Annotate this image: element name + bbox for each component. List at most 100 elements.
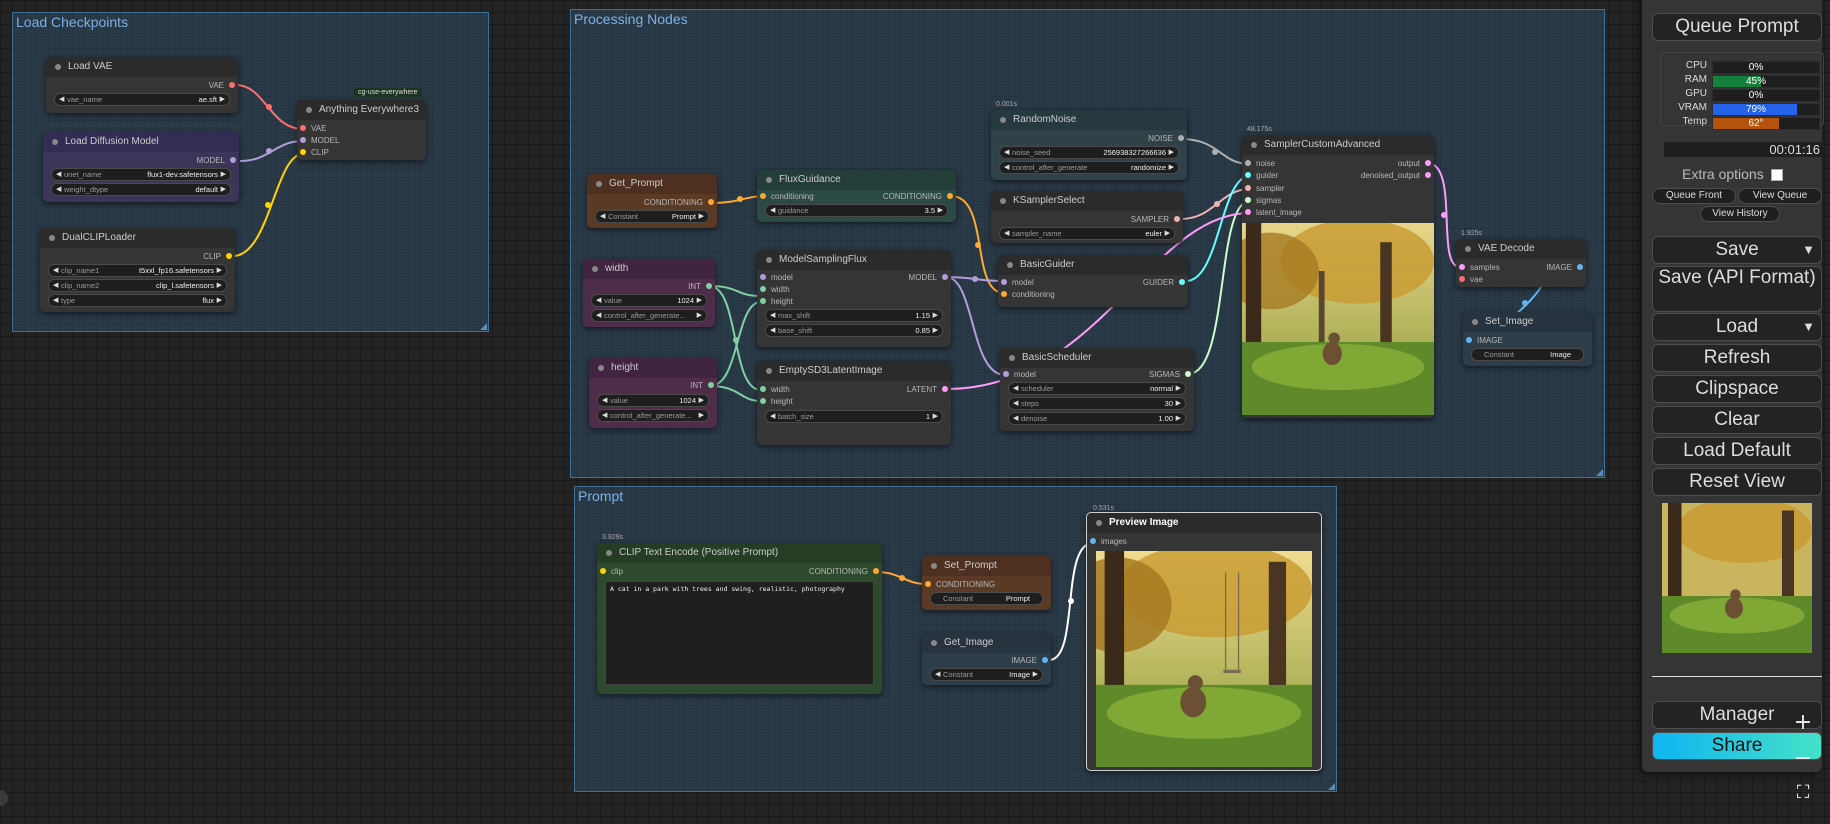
slot-dot[interactable] [708,382,714,388]
output-sampler[interactable]: SAMPLER [1131,214,1180,225]
widget-base-shift[interactable]: ◀ base_shift 0.85 ▶ [765,324,943,337]
decrement-arrow[interactable]: ◀ [770,411,775,422]
output-vae[interactable]: VAE [209,80,235,91]
queue-prompt-button[interactable]: Queue Prompt [1652,13,1822,41]
decrement-arrow[interactable]: ◀ [770,325,775,336]
slot-dot[interactable] [1179,279,1185,285]
zoom-out-button[interactable]: − [1790,746,1816,771]
node-title[interactable]: BasicGuider [998,255,1188,275]
decrement-arrow[interactable]: ◀ [596,295,601,306]
slot-dot[interactable] [1245,172,1251,178]
node-width[interactable]: width INT ◀ value 1024 ▶ ◀ control_after_gen… [583,259,715,327]
widget-max-shift[interactable]: ◀ max_shift 1.15 ▶ [765,309,943,322]
zoom-in-button[interactable]: + [1790,710,1816,735]
slot-dot[interactable] [1459,276,1465,282]
node-basic-guider[interactable]: BasicGuider model conditioning GUIDER [998,255,1188,307]
input-model[interactable]: model [760,272,793,283]
input-sigmas[interactable]: sigmas [1245,195,1281,206]
node-title[interactable]: Get_Prompt [587,174,717,194]
node-model-sampling-flux[interactable]: ModelSamplingFlux model width height MOD… [757,250,951,347]
output-image[interactable]: IMAGE [1011,655,1048,666]
widget-unet-name[interactable]: ◀ unet_name flux1-dev.safetensors ▶ [51,168,231,181]
slot-dot[interactable] [1245,185,1251,191]
slot-dot[interactable] [760,398,766,404]
node-title[interactable]: ModelSamplingFlux [757,250,951,270]
widget-constant[interactable]: ◀ Constant Prompt ▶ [595,210,709,223]
input-image[interactable]: IMAGE [1466,335,1503,346]
widget-vae-name[interactable]: ◀ vae_name ae.sft ▶ [54,93,230,106]
output-image[interactable]: IMAGE [1546,262,1583,273]
input-guider[interactable]: guider [1245,170,1278,181]
node-empty-sd3-latent-image[interactable]: EmptySD3LatentImage width height LATENT … [757,361,951,445]
load-button[interactable]: Load ▼ [1652,313,1822,341]
input-conditioning[interactable]: conditioning [760,191,814,202]
increment-arrow[interactable]: ▶ [1169,147,1174,158]
widget-value[interactable]: ◀ value 1024 ▶ [591,294,707,307]
slot-dot[interactable] [708,199,714,205]
node-title[interactable]: Anything Everywhere3 [297,100,426,120]
node-title[interactable]: DualCLIPLoader [40,228,235,248]
node-title[interactable]: FluxGuidance [757,170,956,190]
slot-dot[interactable] [600,568,606,574]
clipspace-button[interactable]: Clipspace [1652,375,1822,403]
input-conditioning[interactable]: CONDITIONING [925,579,995,590]
node-dual-clip-loader[interactable]: DualCLIPLoader CLIP ◀ clip_name1 t5xxl_fp1… [40,228,235,312]
view-queue-button[interactable]: View Queue [1738,188,1822,204]
slot-dot[interactable] [300,137,306,143]
widget-weight-dtype[interactable]: ◀ weight_dtype default ▶ [51,183,231,196]
group-resize-handle[interactable] [1328,783,1335,790]
slot-dot[interactable] [760,286,766,292]
widget-constant[interactable]: Constant Prompt [930,592,1043,605]
decrement-arrow[interactable]: ◀ [596,310,601,321]
node-ksampler-select[interactable]: KSamplerSelect SAMPLER ◀ sampler_name eule… [991,191,1183,243]
increment-arrow[interactable]: ▶ [938,205,943,216]
input-height[interactable]: height [760,396,793,407]
slot-dot[interactable] [1245,197,1251,203]
input-model[interactable]: model [1003,369,1036,380]
increment-arrow[interactable]: ▶ [1165,228,1170,239]
decrement-arrow[interactable]: ◀ [56,169,61,180]
increment-arrow[interactable]: ▶ [699,211,704,222]
node-get-prompt[interactable]: Get_Prompt CONDITIONING ◀ Constant Prompt ▶ [587,174,717,228]
widget-control-after-generate[interactable]: ◀ control_after_generate... ▶ [591,309,707,322]
decrement-arrow[interactable]: ◀ [53,265,58,276]
slot-dot[interactable] [942,386,948,392]
increment-arrow[interactable]: ▶ [221,169,226,180]
widget-denoise[interactable]: ◀ denoise 1.00 ▶ [1008,412,1186,425]
slot-dot[interactable] [226,253,232,259]
decrement-arrow[interactable]: ◀ [1013,383,1018,394]
refresh-button[interactable]: Refresh [1652,344,1822,372]
node-title[interactable]: BasicScheduler [1000,348,1194,368]
save-button[interactable]: Save ▼ [1652,236,1822,264]
slot-dot[interactable] [230,157,236,163]
decrement-arrow[interactable]: ◀ [602,410,607,421]
increment-arrow[interactable]: ▶ [217,280,222,291]
output-conditioning[interactable]: CONDITIONING [809,566,879,577]
increment-arrow[interactable]: ▶ [933,325,938,336]
node-flux-guidance[interactable]: FluxGuidance conditioning CONDITIONING ◀… [757,170,956,222]
reset-view-button[interactable]: Reset View [1652,468,1822,496]
widget-batch-size[interactable]: ◀ batch_size 1 ▶ [765,410,943,423]
input-vae[interactable]: vae [1459,274,1483,285]
increment-arrow[interactable]: ▶ [217,295,222,306]
slot-dot[interactable] [1577,264,1583,270]
increment-arrow[interactable]: ▶ [933,310,938,321]
output-output[interactable]: output [1398,158,1431,169]
node-title[interactable]: Set_Image [1463,312,1592,332]
slot-dot[interactable] [1001,291,1007,297]
decrement-arrow[interactable]: ◀ [1004,228,1009,239]
group-resize-handle[interactable] [1596,469,1603,476]
slot-dot[interactable] [947,193,953,199]
widget-clip-name2[interactable]: ◀ clip_name2 clip_l.safetensors ▶ [48,279,227,292]
node-title[interactable]: Preview Image [1087,513,1321,533]
slot-dot[interactable] [873,568,879,574]
widget-value[interactable]: ◀ value 1024 ▶ [597,394,709,407]
extra-options-checkbox[interactable] [1770,169,1783,182]
input-model[interactable]: model [1001,277,1034,288]
decrement-arrow[interactable]: ◀ [56,184,61,195]
clear-button[interactable]: Clear [1652,406,1822,434]
node-title[interactable]: Get_Image [922,633,1051,653]
slot-dot[interactable] [1178,135,1184,141]
slot-dot[interactable] [1425,172,1431,178]
output-sigmas[interactable]: SIGMAS [1149,369,1191,380]
